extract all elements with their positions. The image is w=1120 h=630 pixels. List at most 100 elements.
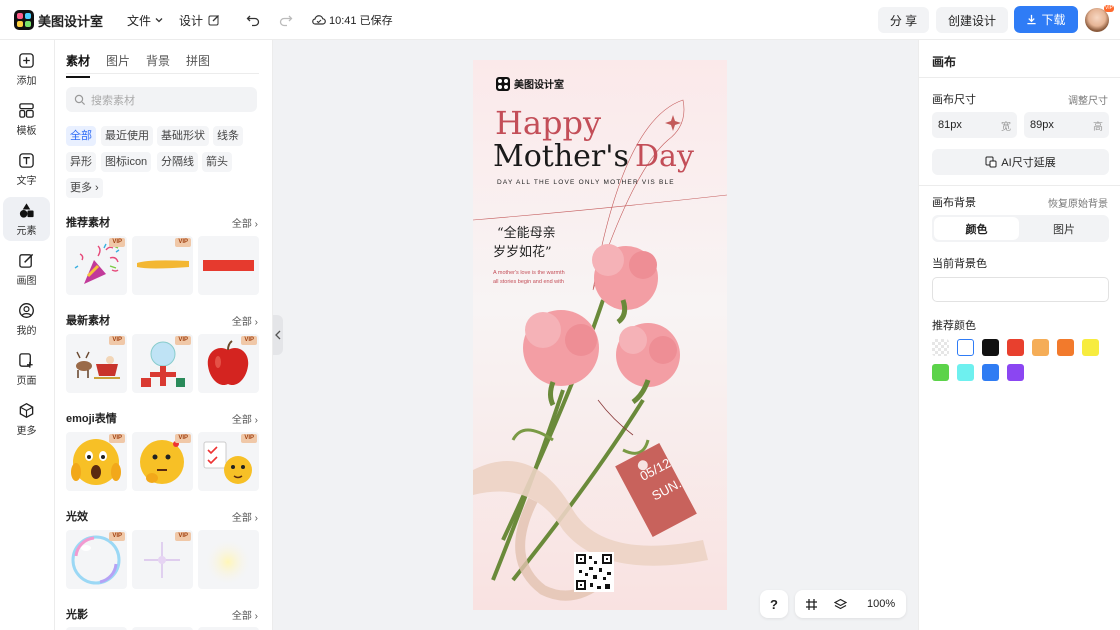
avatar[interactable]: VIP — [1085, 5, 1114, 32]
brand-logo-icon — [496, 76, 510, 91]
grid-icon[interactable] — [805, 598, 818, 611]
color-swatch[interactable] — [1007, 364, 1024, 381]
section-all-link[interactable]: 全部 › — [232, 607, 258, 622]
create-design-button[interactable]: 创建设计 — [936, 7, 1008, 33]
ai-extend-button[interactable]: AI尺寸延展 — [932, 149, 1109, 175]
divider — [919, 185, 1120, 186]
chip-arrows[interactable]: 箭头 — [202, 152, 232, 172]
material-thumb[interactable]: VIP — [132, 236, 193, 295]
tab-materials[interactable]: 素材 — [66, 52, 91, 78]
chip-all[interactable]: 全部 — [66, 126, 96, 146]
plus-square-icon — [19, 52, 34, 68]
chip-dividers[interactable]: 分隔线 — [157, 152, 198, 172]
layers-icon[interactable] — [834, 598, 847, 611]
poster-small-text-1: A mother's love is the warmth — [493, 270, 565, 276]
nav-mine[interactable]: 我的 — [3, 297, 50, 341]
chip-basic-shapes[interactable]: 基础形状 — [157, 126, 209, 146]
material-thumb[interactable]: VIP — [132, 530, 193, 589]
material-thumb[interactable]: VIP — [66, 334, 127, 393]
color-swatch[interactable] — [982, 339, 999, 356]
height-field[interactable]: 89px 高 — [1024, 112, 1109, 138]
design-menu[interactable]: 设计 — [179, 0, 220, 40]
nav-text[interactable]: 文字 — [3, 147, 50, 191]
section-all-label: 全部 — [231, 611, 252, 622]
undo-button[interactable] — [246, 0, 260, 40]
color-swatch[interactable] — [957, 339, 974, 356]
help-button[interactable]: ? — [760, 590, 788, 618]
poster-brand-name: 美图设计室 — [514, 80, 564, 91]
section-all-link[interactable]: 全部 › — [232, 509, 258, 524]
color-swatch[interactable] — [1032, 339, 1049, 356]
material-thumb[interactable]: VIP — [66, 530, 127, 589]
restore-bg-link[interactable]: 恢复原始背景 — [1048, 195, 1108, 210]
nav-more[interactable]: 更多 — [3, 397, 50, 441]
tab-backgrounds[interactable]: 背景 — [146, 52, 170, 78]
vip-badge: VIP — [109, 532, 125, 541]
save-status-text: 10:41 已保存 — [329, 15, 393, 27]
material-thumb[interactable]: VIP — [132, 334, 193, 393]
nav-page[interactable]: 页面 — [3, 347, 50, 391]
download-button[interactable]: 下载 — [1014, 6, 1078, 33]
chip-recent[interactable]: 最近使用 — [101, 126, 153, 146]
material-thumb[interactable] — [198, 236, 259, 295]
color-swatch[interactable] — [1057, 339, 1074, 356]
asset-tabs: 素材 图片 背景 拼图 — [66, 52, 210, 78]
share-button[interactable]: 分 享 — [878, 7, 929, 33]
width-field[interactable]: 81px 宽 — [932, 112, 1017, 138]
material-thumb[interactable] — [198, 530, 259, 589]
search-input[interactable]: 搜索素材 — [66, 87, 257, 112]
zoom-level[interactable]: 100% — [867, 598, 895, 610]
material-thumb[interactable]: VIP — [198, 432, 259, 491]
nav-label: 添加 — [16, 75, 37, 87]
section-all-link[interactable]: 全部 › — [232, 215, 258, 230]
nav-add[interactable]: 添加 — [3, 47, 50, 91]
tab-images[interactable]: 图片 — [106, 52, 130, 78]
canvas-area: 美图设计室 Happy Mother's Day DAY ALL THE LOV… — [273, 40, 918, 630]
material-thumb[interactable]: VIP — [66, 432, 127, 491]
nav-label: 画图 — [16, 275, 37, 287]
file-menu[interactable]: 文件 — [127, 0, 164, 40]
section-all-label: 全部 — [231, 415, 252, 426]
chip-irregular[interactable]: 异形 — [66, 152, 96, 172]
section-title: 推荐素材 — [66, 217, 110, 229]
nav-template[interactable]: 模板 — [3, 97, 50, 141]
properties-panel: 画布 画布尺寸 调整尺寸 81px 宽 89px 高 AI尺寸延展 画布背景 恢… — [918, 40, 1120, 630]
tab-collage[interactable]: 拼图 — [186, 52, 210, 78]
poster-canvas[interactable]: 美图设计室 Happy Mother's Day DAY ALL THE LOV… — [473, 60, 727, 610]
chevron-left-icon — [275, 330, 281, 340]
app-logo[interactable]: 美图设计室 — [14, 0, 103, 40]
cube-icon — [19, 402, 34, 418]
adjust-size-link[interactable]: 调整尺寸 — [1068, 92, 1108, 107]
chip-more[interactable]: 更多 › — [66, 178, 103, 198]
nav-draw[interactable]: 画图 — [3, 247, 50, 291]
chip-lines[interactable]: 线条 — [213, 126, 243, 146]
nav-elements[interactable]: 元素 — [3, 197, 50, 241]
material-thumb[interactable]: VIP — [132, 432, 193, 491]
color-swatch[interactable] — [932, 364, 949, 381]
color-swatch[interactable] — [1082, 339, 1099, 356]
material-thumb[interactable]: VIP — [198, 334, 259, 393]
color-swatch[interactable] — [957, 364, 974, 381]
edit-icon — [208, 15, 219, 26]
section-all-link[interactable]: 全部 › — [232, 313, 258, 328]
current-bg-swatch[interactable] — [932, 277, 1109, 302]
segment-color[interactable]: 颜色 — [934, 217, 1019, 240]
canvas-bg-label: 画布背景 — [932, 197, 976, 209]
left-nav: 添加 模板 文字 元素 画图 我的 页面 更多 — [0, 40, 55, 630]
material-thumb[interactable]: VIP — [66, 236, 127, 295]
chevron-down-icon — [155, 18, 163, 23]
pen-icon — [19, 253, 34, 268]
swatch-transparent[interactable] — [932, 339, 949, 356]
section-all-link[interactable]: 全部 › — [232, 411, 258, 426]
color-swatch[interactable] — [982, 364, 999, 381]
section-all-label: 全部 — [231, 317, 252, 328]
nav-label: 模板 — [16, 125, 37, 137]
color-swatch[interactable] — [1007, 339, 1024, 356]
segment-image[interactable]: 图片 — [1021, 217, 1107, 240]
search-placeholder: 搜索素材 — [91, 94, 135, 107]
text-icon — [19, 152, 34, 168]
poster-quote-line2: 岁岁如花” — [493, 245, 552, 260]
redo-button[interactable] — [279, 0, 293, 40]
collapse-panel-button[interactable] — [273, 315, 283, 355]
chip-icons[interactable]: 图标icon — [101, 152, 152, 172]
